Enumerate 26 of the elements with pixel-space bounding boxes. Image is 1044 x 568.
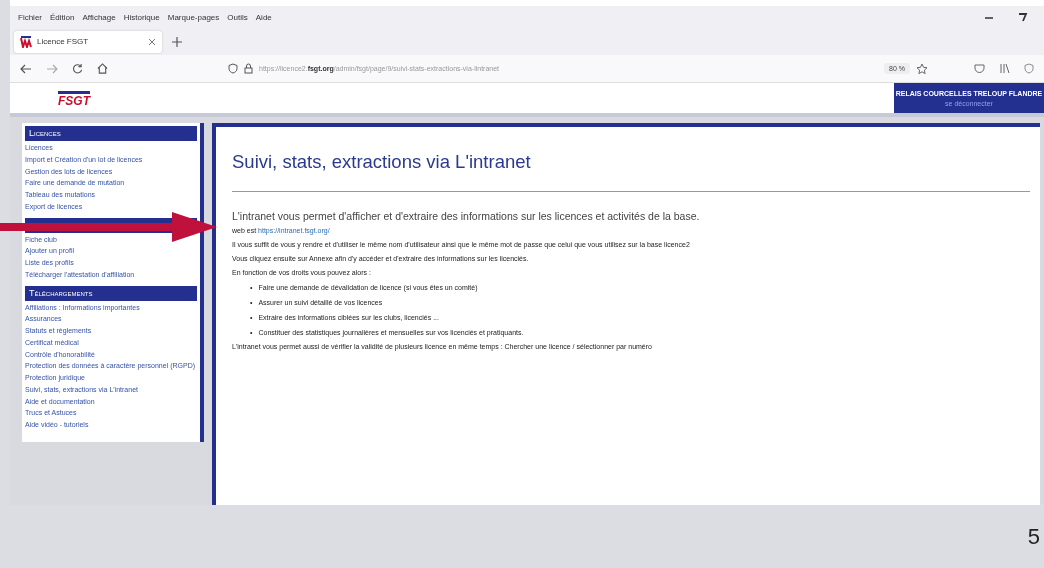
star-icon[interactable]: [916, 62, 928, 75]
back-icon[interactable]: [20, 63, 32, 74]
lock-icon: [244, 63, 253, 74]
section-heading: Téléchargements: [25, 285, 197, 301]
intro-text: L'intranet vous permet d'afficher et d'extraire des informations sur les licences et activités de la base.: [232, 210, 701, 222]
menu-item[interactable]: Affichage: [82, 12, 116, 22]
shield-icon[interactable]: [1024, 63, 1034, 74]
home-icon[interactable]: [97, 63, 108, 74]
close-icon[interactable]: [148, 37, 156, 46]
reload-icon[interactable]: [72, 63, 83, 74]
menu-item[interactable]: Fichier: [18, 12, 42, 22]
library-icon[interactable]: [999, 63, 1010, 74]
menu-item[interactable]: Édition: [50, 12, 75, 22]
section-heading: Licences: [25, 126, 197, 141]
page-number: 5: [1027, 523, 1040, 550]
menu-item[interactable]: Aide: [255, 12, 272, 22]
shield-icon: [228, 63, 238, 74]
menu-item[interactable]: Historique: [123, 12, 160, 22]
menu-item[interactable]: Marque-pages: [167, 12, 220, 22]
browser-tab[interactable]: Licence FSGT: [14, 30, 162, 53]
menu-item[interactable]: Outils: [227, 12, 248, 22]
page-title: Suivi, stats, extractions via L'intranet: [232, 151, 532, 173]
new-tab-icon[interactable]: [172, 36, 182, 47]
pocket-icon[interactable]: [974, 63, 985, 74]
site-logo[interactable]: FSGT: [58, 91, 90, 108]
logo-icon: [20, 35, 32, 48]
